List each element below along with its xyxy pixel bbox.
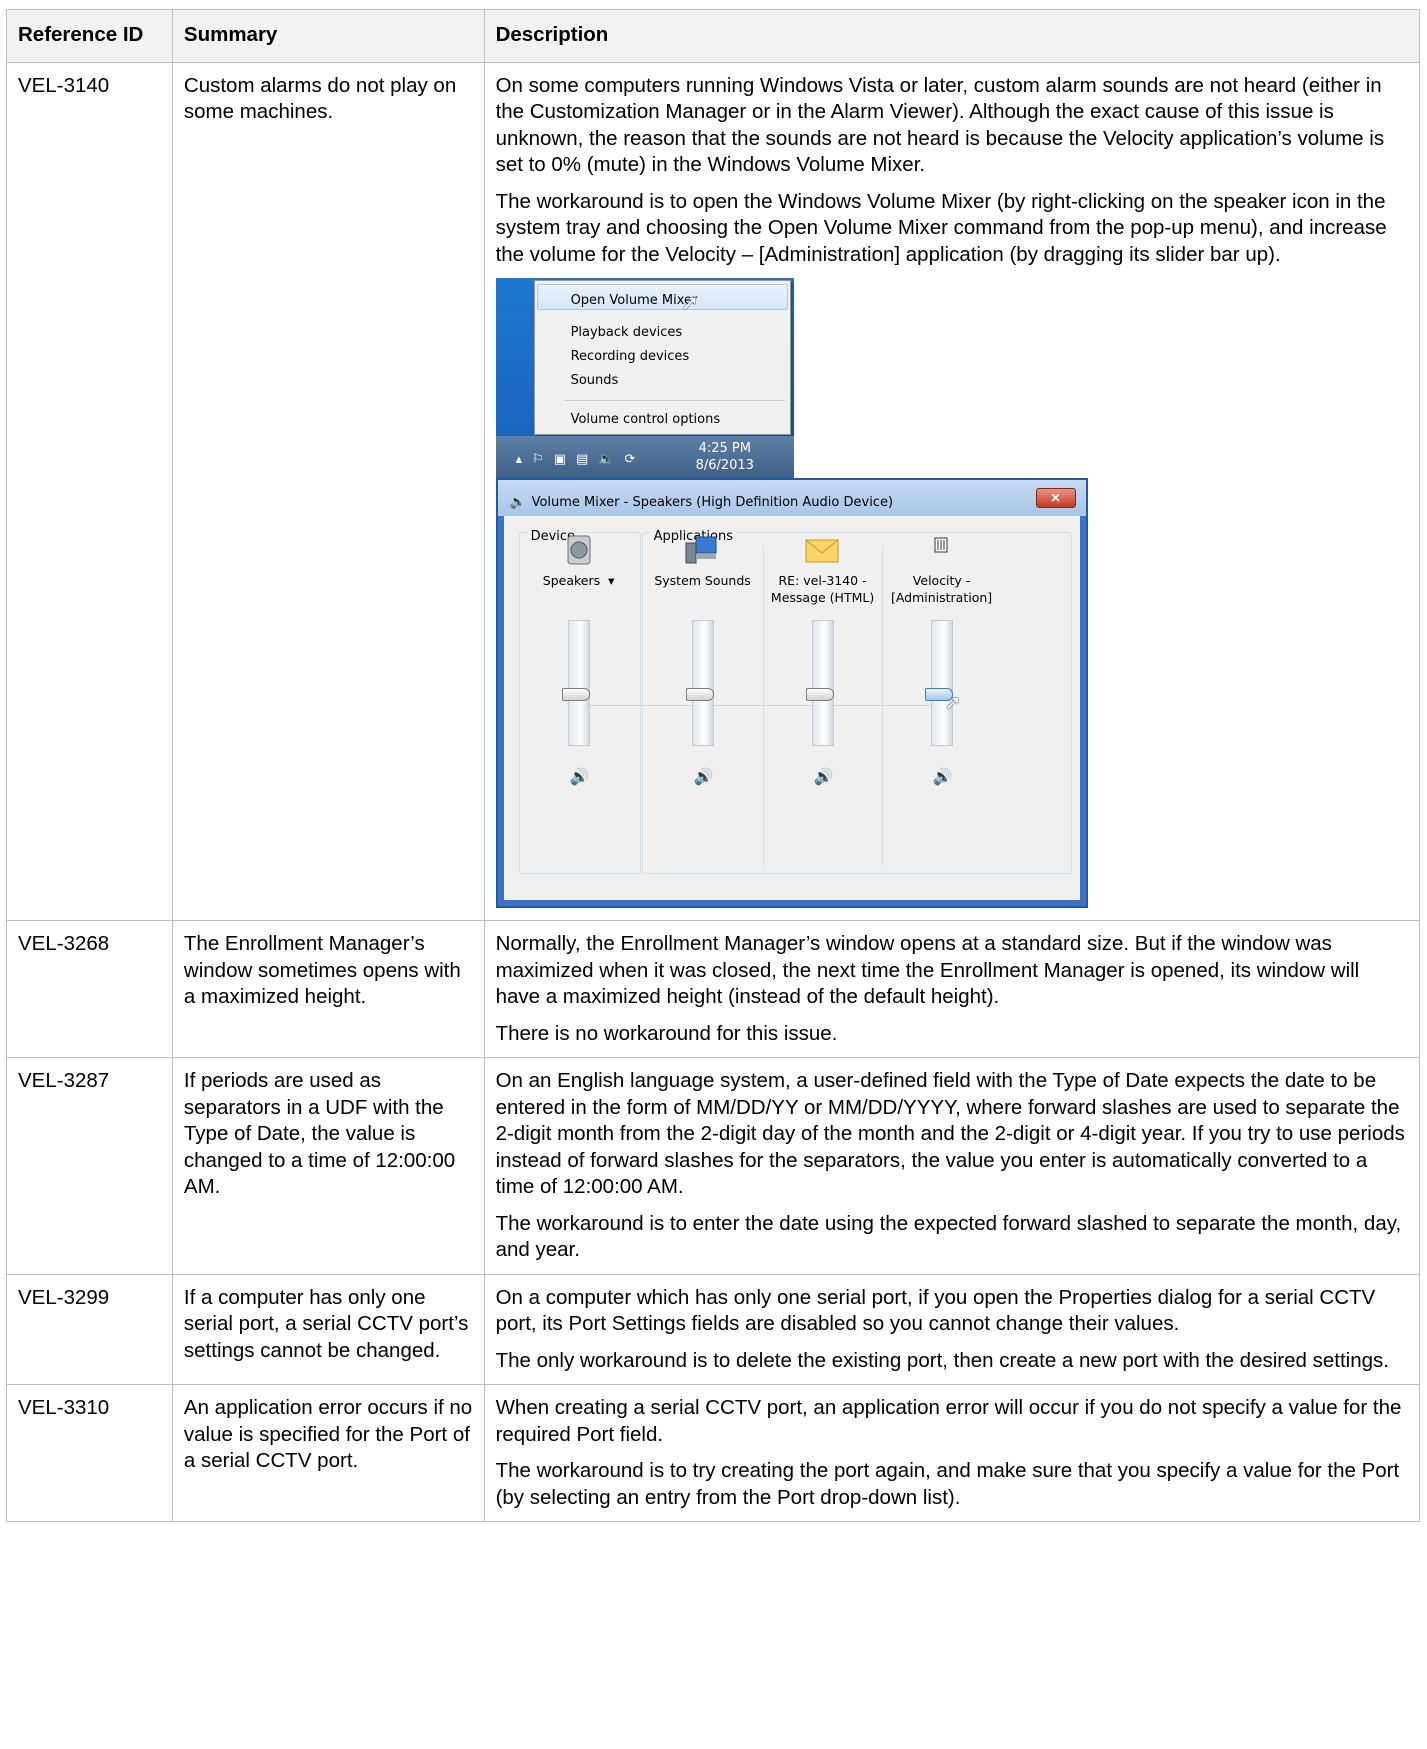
reference-id: VEL-3299: [6, 1273, 173, 1385]
show-hidden-icon[interactable]: ▴: [516, 452, 533, 467]
description: When creating a serial CCTV port, an app…: [483, 1384, 1421, 1522]
volume-slider-thumb[interactable]: [685, 688, 714, 702]
description-paragraph: The workaround is to enter the date usin…: [495, 1211, 1402, 1262]
header-summary: Summary: [171, 9, 485, 63]
table-row: VEL-3287 If periods are used as separato…: [6, 1057, 1421, 1275]
volume-slider-track[interactable]: [691, 620, 714, 746]
clock-time: 4:25 PM: [698, 441, 751, 456]
mouse-cursor-icon: ➚: [944, 690, 962, 714]
clock-date: 8/6/2013: [695, 458, 754, 473]
description-paragraph: The only workaround is to delete the exi…: [495, 1348, 1389, 1372]
header-row: Reference ID Summary Description: [6, 9, 1421, 63]
volume-slider-thumb[interactable]: [805, 688, 834, 702]
update-icon[interactable]: ⟳: [625, 452, 646, 467]
channel-name: System Sounds: [654, 573, 751, 588]
channel-outlook-message: RE: vel-3140 - Message (HTML) 🔊: [764, 516, 882, 856]
menu-item-volume-control-options[interactable]: Volume control options: [571, 407, 721, 434]
channel-name: RE: vel-3140 - Message (HTML): [770, 573, 875, 605]
description-paragraph: On a computer which has only one serial …: [495, 1285, 1376, 1336]
reference-id: VEL-3310: [6, 1384, 173, 1522]
table-row: VEL-3310 An application error occurs if …: [6, 1384, 1421, 1522]
tray-icons: ▴⚐▣▤🔈⟳: [516, 447, 646, 474]
mute-speaker-icon[interactable]: 🔊: [694, 768, 714, 785]
speaker-icon[interactable]: 🔈: [598, 452, 624, 467]
tray-context-menu: Open Volume Mixer Playback devices Recor…: [533, 280, 791, 435]
known-issues-table: Reference ID Summary Description VEL-314…: [6, 9, 1421, 1522]
summary: Custom alarms do not play on some machin…: [171, 61, 485, 921]
velocity-app-icon: [934, 537, 948, 553]
envelope-icon: [805, 539, 839, 563]
volume-slider-track[interactable]: [567, 620, 590, 746]
mixer-window-icon: 🔈: [509, 494, 526, 509]
menu-item-recording-devices[interactable]: Recording devices: [571, 344, 690, 371]
system-sounds-icon: [685, 536, 717, 564]
volume-mixer-window: 🔈 Volume Mixer - Speakers (High Definiti…: [495, 478, 1088, 908]
description-paragraph: On an English language system, a user-de…: [495, 1069, 1405, 1198]
reference-id: VEL-3268: [6, 920, 173, 1058]
mute-speaker-icon[interactable]: 🔊: [933, 768, 953, 785]
description-paragraph: When creating a serial CCTV port, an app…: [495, 1396, 1402, 1446]
flag-icon[interactable]: ⚐: [532, 452, 554, 467]
summary: If periods are used as separators in a U…: [171, 1057, 485, 1275]
volume-slider-track[interactable]: [811, 620, 834, 746]
menu-item-open-volume-mixer[interactable]: Open Volume Mixer: [571, 288, 698, 315]
chevron-down-icon[interactable]: ▾: [604, 573, 614, 588]
table-row: VEL-3140 Custom alarms do not play on so…: [6, 61, 1421, 921]
description: Normally, the Enrollment Manager’s windo…: [483, 920, 1421, 1058]
description-paragraph: Normally, the Enrollment Manager’s windo…: [495, 932, 1360, 1008]
taskbar: ▴⚐▣▤🔈⟳ 4:25 PM 8/6/2013: [495, 436, 794, 478]
mute-speaker-icon[interactable]: 🔊: [570, 768, 590, 785]
description-paragraph: There is no workaround for this issue.: [495, 1021, 838, 1045]
speaker-device-icon: [567, 535, 591, 565]
channel-speakers: Speakers ▾ 🔊: [520, 516, 638, 856]
description-paragraph: The workaround is to open the Windows Vo…: [495, 189, 1387, 266]
channel-name[interactable]: Speakers ▾: [520, 572, 638, 589]
summary: The Enrollment Manager’s window sometime…: [171, 920, 485, 1058]
channel-system-sounds: System Sounds 🔊: [644, 516, 762, 856]
mixer-client-area: Device Applications Speakers ▾ 🔊 System …: [503, 516, 1080, 900]
header-reference-id: Reference ID: [6, 9, 173, 63]
description: On some computers running Windows Vista …: [483, 61, 1421, 921]
volume-slider-track[interactable]: [930, 620, 953, 746]
table-row: VEL-3299 If a computer has only one seri…: [6, 1273, 1421, 1385]
volume-mixer-screenshot: Open Volume Mixer Playback devices Recor…: [495, 278, 1088, 908]
mouse-cursor-icon: ➚: [680, 290, 699, 315]
channel-velocity-administration: Velocity - [Administration] ➚ 🔊: [883, 516, 1001, 856]
display-icon[interactable]: ▤: [576, 452, 598, 467]
summary: If a computer has only one serial port, …: [171, 1273, 485, 1385]
mute-speaker-icon[interactable]: 🔊: [814, 768, 834, 785]
menu-separator: [564, 400, 785, 401]
menu-item-playback-devices[interactable]: Playback devices: [571, 320, 683, 347]
mixer-title: Volume Mixer - Speakers (High Definition…: [531, 495, 894, 510]
header-description: Description: [483, 9, 1421, 63]
network-icon[interactable]: ▣: [554, 452, 576, 467]
tray-clock[interactable]: 4:25 PM 8/6/2013: [696, 440, 754, 474]
table-row: VEL-3268 The Enrollment Manager’s window…: [6, 920, 1421, 1058]
mixer-titlebar: 🔈 Volume Mixer - Speakers (High Definiti…: [497, 480, 1086, 516]
reference-id: VEL-3140: [6, 61, 173, 921]
description: On a computer which has only one serial …: [483, 1273, 1421, 1385]
close-icon[interactable]: ✕: [1035, 488, 1076, 508]
menu-item-sounds[interactable]: Sounds: [571, 368, 619, 395]
channel-name: Velocity - [Administration]: [890, 573, 993, 605]
volume-slider-thumb[interactable]: [561, 688, 590, 702]
description-paragraph: On some computers running Windows Vista …: [495, 73, 1385, 177]
description-paragraph: The workaround is to try creating the po…: [495, 1459, 1400, 1509]
summary: An application error occurs if no value …: [171, 1384, 485, 1522]
description: On an English language system, a user-de…: [483, 1057, 1421, 1275]
reference-id: VEL-3287: [6, 1057, 173, 1275]
